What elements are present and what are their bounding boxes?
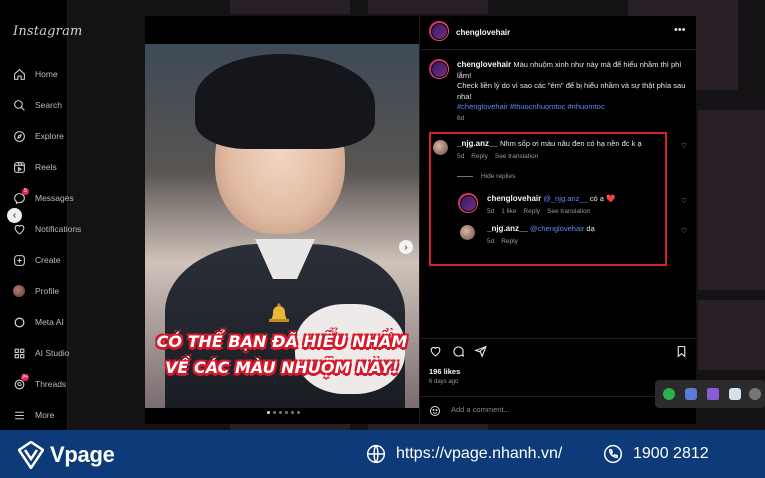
previous-post-button[interactable]: ‹ bbox=[7, 208, 22, 223]
footer-website[interactable]: https://vpage.nhanh.vn/ bbox=[366, 444, 562, 464]
add-comment-input[interactable]: Add a comment... bbox=[451, 405, 510, 414]
bell-icon bbox=[269, 303, 289, 322]
comment-icon[interactable] bbox=[452, 345, 465, 358]
messenger-icon: 5 bbox=[12, 188, 29, 205]
extension-icon[interactable] bbox=[707, 388, 719, 400]
like-reply-icon[interactable]: ♡ bbox=[681, 197, 687, 205]
instagram-logo[interactable]: Instagram bbox=[13, 24, 83, 39]
globe-icon bbox=[366, 444, 386, 464]
sidebar-item-create[interactable]: Create bbox=[12, 251, 61, 269]
footer-phone[interactable]: 1900 2812 bbox=[603, 444, 709, 464]
sidebar-item-more[interactable]: More bbox=[12, 406, 54, 424]
comments-panel: chenglovehair ••• chenglovehair Màu nhuộ… bbox=[419, 16, 697, 424]
reels-icon bbox=[12, 160, 26, 174]
sidebar-item-notifications[interactable]: Notifications bbox=[12, 220, 81, 238]
meta-ai-icon bbox=[12, 315, 26, 329]
sidebar-item-label: AI Studio bbox=[35, 348, 70, 358]
sidebar-item-reels[interactable]: Reels bbox=[12, 158, 57, 176]
author-avatar[interactable] bbox=[429, 21, 449, 41]
carousel-next-button[interactable]: › bbox=[399, 240, 413, 254]
brand-name: Vpage bbox=[50, 442, 115, 467]
sidebar-item-meta-ai[interactable]: Meta AI bbox=[12, 313, 64, 331]
caption-hashtags[interactable]: #chenglovehair #thuocnhuomtoc #nhuomtoc bbox=[457, 102, 687, 113]
bookmark-icon[interactable] bbox=[675, 345, 688, 358]
chevron-left-icon: ‹ bbox=[12, 210, 17, 221]
phone-icon bbox=[603, 444, 623, 464]
post-time: 6 days ago bbox=[429, 379, 459, 385]
like-icon[interactable] bbox=[429, 345, 442, 358]
post-header: chenglovehair ••• bbox=[420, 16, 697, 50]
ai-studio-icon bbox=[12, 346, 26, 360]
author-username[interactable]: chenglovehair bbox=[456, 28, 510, 37]
sidebar-item-label: Notifications bbox=[35, 224, 82, 234]
caption-avatar[interactable] bbox=[429, 59, 449, 79]
footer-banner: Vpage https://vpage.nhanh.vn/ 1900 2812 bbox=[0, 430, 765, 478]
plus-square-icon bbox=[12, 253, 26, 267]
spotify-icon[interactable] bbox=[663, 388, 675, 400]
vpage-logo: Vpage bbox=[18, 441, 115, 469]
emoji-icon[interactable] bbox=[429, 405, 441, 417]
threads-badge: 9+ bbox=[21, 374, 29, 381]
post-image: CÓ THỂ BẠN ĐÃ HIỂU NHẦM VỀ CÁC MÀU NHUỘM… bbox=[145, 44, 419, 408]
sidebar-item-explore[interactable]: Explore bbox=[12, 127, 64, 145]
carousel-indicator bbox=[267, 411, 300, 414]
phone-number[interactable]: 1900 2812 bbox=[633, 445, 709, 463]
website-url[interactable]: https://vpage.nhanh.vn/ bbox=[396, 445, 562, 463]
highlight-box bbox=[429, 132, 667, 266]
sidebar-item-label: Explore bbox=[35, 131, 64, 141]
extension-tray bbox=[655, 380, 765, 408]
sidebar-item-label: More bbox=[35, 410, 55, 420]
vpage-logo-icon bbox=[18, 441, 44, 469]
sidebar-item-threads[interactable]: 9+ Threads bbox=[12, 374, 67, 393]
like-reply-icon[interactable]: ♡ bbox=[681, 227, 687, 235]
post-modal: CÓ THỂ BẠN ĐÃ HIỂU NHẦM VỀ CÁC MÀU NHUỘM… bbox=[145, 16, 697, 424]
caption-username[interactable]: chenglovehair bbox=[457, 60, 511, 69]
caption-time: 6d bbox=[457, 114, 465, 122]
sidebar-item-search[interactable]: Search bbox=[12, 96, 62, 114]
image-caption-line1: CÓ THỂ BẠN ĐÃ HIỂU NHẦM bbox=[156, 332, 408, 351]
menu-icon bbox=[12, 408, 26, 422]
post-caption: chenglovehair Màu nhuộm xinh như này mà … bbox=[457, 60, 687, 122]
sidebar-item-label: Meta AI bbox=[35, 317, 64, 327]
extension-icon[interactable] bbox=[749, 388, 761, 400]
home-icon bbox=[12, 67, 26, 81]
sidebar-item-label: Home bbox=[35, 69, 58, 79]
chevron-right-icon: › bbox=[404, 242, 408, 252]
like-count[interactable]: 196 likes bbox=[429, 367, 460, 376]
caption-line2: Check liền lý do vì sao các "ẻm" để bị h… bbox=[457, 81, 686, 101]
threads-icon: 9+ bbox=[12, 374, 29, 391]
sidebar-item-profile[interactable]: Profile bbox=[12, 282, 59, 300]
sidebar-item-messages[interactable]: 5 Messages bbox=[12, 188, 74, 207]
like-comment-icon[interactable]: ♡ bbox=[681, 142, 687, 150]
sidebar-item-label: Reels bbox=[35, 162, 57, 172]
image-caption-line2: VỀ CÁC MÀU NHUỘM NÀY! bbox=[165, 358, 399, 377]
messages-badge: 5 bbox=[22, 188, 29, 195]
sidebar-item-label: Create bbox=[35, 255, 61, 265]
more-options-icon[interactable]: ••• bbox=[674, 24, 686, 36]
sidebar-item-ai-studio[interactable]: AI Studio bbox=[12, 344, 70, 362]
search-icon bbox=[12, 98, 26, 112]
sidebar-item-label: Profile bbox=[35, 286, 60, 296]
sidebar-item-label: Threads bbox=[35, 379, 67, 389]
compass-icon bbox=[12, 129, 26, 143]
screen: Instagram Home Search Explore Reels 5 Me… bbox=[0, 0, 765, 478]
avatar bbox=[13, 285, 25, 297]
share-icon[interactable] bbox=[474, 345, 487, 358]
heart-icon bbox=[12, 222, 26, 236]
extension-icon[interactable] bbox=[685, 388, 697, 400]
sidebar-item-label: Search bbox=[35, 100, 62, 110]
extension-icon[interactable] bbox=[729, 388, 741, 400]
sidebar-item-label: Messages bbox=[35, 193, 74, 203]
sidebar-item-home[interactable]: Home bbox=[12, 65, 58, 83]
